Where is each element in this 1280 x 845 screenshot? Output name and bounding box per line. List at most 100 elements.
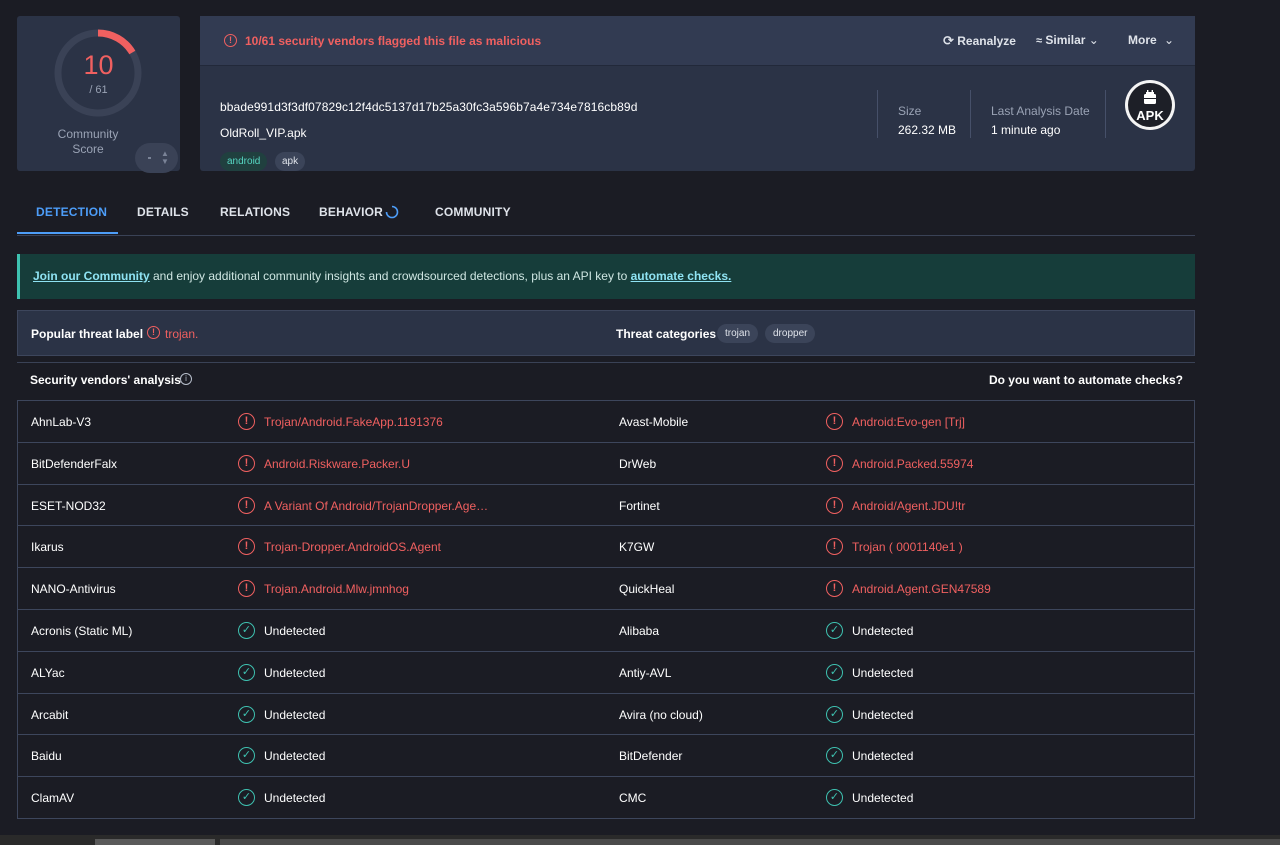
vendor-name: QuickHeal	[619, 582, 675, 597]
tab-details[interactable]: DETAILS	[137, 205, 189, 219]
alert-icon: !	[238, 538, 255, 556]
divider	[1105, 90, 1106, 138]
vendor-name: Baidu	[31, 749, 62, 764]
vendor-name: ALYac	[31, 665, 65, 680]
tag-android[interactable]: android	[220, 152, 268, 171]
detection-result[interactable]: Trojan/Android.FakeApp.1191376	[264, 415, 443, 429]
detection-result[interactable]: A Variant Of Android/TrojanDropper.Age…	[264, 499, 488, 513]
vendor-name: Arcabit	[31, 707, 69, 722]
detection-result[interactable]: Android:Evo-gen [Trj]	[852, 415, 965, 429]
detection-result: Undetected	[264, 749, 326, 764]
malicious-alert-bar: ! 10/61 security vendors flagged this fi…	[200, 16, 1195, 66]
total-vendors: / 61	[89, 84, 108, 96]
chevron-down-icon: ⌄	[1088, 33, 1099, 47]
alert-icon: !	[238, 496, 255, 514]
table-row: ESET-NOD32! A Variant Of Android/TrojanDr…	[18, 485, 1194, 527]
alert-icon: !	[826, 496, 843, 514]
alert-icon: !	[147, 326, 160, 339]
vote-arrows-icon[interactable]: ▲ ▼	[161, 150, 169, 166]
automate-checks-link[interactable]: automate checks.	[631, 269, 732, 283]
community-score-value-icon	[148, 157, 151, 159]
similar-dropdown[interactable]: ≈ Similar ⌄	[1036, 33, 1099, 47]
tab-detection[interactable]: DETECTION	[36, 205, 107, 219]
info-icon[interactable]: i	[180, 373, 192, 385]
detection-result: Undetected	[852, 665, 914, 680]
report-tabs: DETECTION DETAILS RELATIONS BEHAVIOR COM…	[17, 190, 1195, 236]
detection-result: Undetected	[852, 749, 914, 764]
detection-score-card: 10 / 61 Community Score ▲ ▼	[17, 16, 180, 173]
community-score-voter[interactable]: ▲ ▼	[135, 143, 178, 173]
more-dropdown[interactable]: More ⌄	[1128, 33, 1174, 47]
check-circle-icon: ✓	[826, 705, 843, 723]
detection-result[interactable]: Trojan-Dropper.AndroidOS.Agent	[264, 540, 441, 554]
detection-result[interactable]: Android.Riskware.Packer.U	[264, 457, 410, 471]
detection-result[interactable]: Android.Agent.GEN47589	[852, 582, 991, 596]
vendor-name: Fortinet	[619, 498, 660, 513]
tab-relations[interactable]: RELATIONS	[220, 205, 290, 219]
category-chip-dropper[interactable]: dropper	[765, 324, 816, 343]
community-banner-text: Join our Community and enjoy additional …	[33, 269, 731, 283]
alert-icon: !	[826, 580, 843, 598]
alert-icon: !	[238, 413, 255, 430]
detection-result[interactable]: Android.Packed.55974	[852, 457, 973, 471]
detection-result: Undetected	[264, 791, 326, 806]
community-score-label: Community Score	[57, 127, 119, 156]
active-tab-indicator	[17, 232, 118, 234]
category-chip-trojan[interactable]: trojan	[717, 324, 759, 343]
tab-community[interactable]: COMMUNITY	[435, 205, 511, 219]
file-summary-card: ! 10/61 security vendors flagged this fi…	[200, 16, 1195, 171]
tab-behavior[interactable]: BEHAVIOR	[319, 205, 383, 219]
horizontal-scrollbar[interactable]	[0, 835, 1280, 845]
vendor-name: Alibaba	[619, 623, 660, 638]
table-row: ClamAV ✓ Undetected CMC ✓ Undetected	[18, 777, 1194, 819]
vendor-name: Acronis (Static ML)	[31, 623, 133, 638]
vendor-name: Avast-Mobile	[619, 415, 689, 429]
last-analysis-value: 1 minute ago	[991, 123, 1061, 137]
check-circle-icon: ✓	[826, 663, 843, 681]
check-circle-icon: ✓	[238, 621, 255, 639]
detection-result[interactable]: Trojan.Android.Mlw.jmnhog	[264, 582, 409, 596]
detection-result: Undetected	[852, 707, 914, 722]
detection-result: Undetected	[264, 623, 326, 638]
alert-icon: !	[238, 454, 255, 472]
size-label: Size	[898, 104, 922, 118]
check-circle-icon: ✓	[238, 705, 255, 723]
more-label: More	[1128, 33, 1157, 47]
file-type-label: APK	[1136, 108, 1164, 123]
vendor-name: BitDefender	[619, 749, 683, 764]
vendor-name: AhnLab-V3	[31, 415, 92, 429]
scrollbar-track	[220, 839, 1280, 845]
divider	[877, 90, 878, 138]
automate-checks-link[interactable]: Do you want to automate checks?	[989, 373, 1183, 387]
table-row: Ikarus! Trojan-Dropper.AndroidOS.Agent K7G…	[18, 526, 1194, 569]
table-row: AhnLab-V3! Trojan/Android.FakeApp.1191376…	[18, 401, 1194, 443]
similar-icon: ≈	[1036, 35, 1043, 47]
join-community-link[interactable]: Join our Community	[33, 269, 150, 283]
reanalyze-button[interactable]: ⟳ Reanalyze	[943, 33, 1016, 49]
vendor-name: Avira (no cloud)	[619, 707, 703, 722]
page-margin	[1218, 0, 1280, 835]
detection-result: Undetected	[852, 623, 914, 638]
detection-result[interactable]: Android/Agent.JDU!tr	[852, 499, 965, 513]
popular-threat-label: Popular threat label	[31, 327, 144, 341]
tag-apk[interactable]: apk	[275, 152, 306, 171]
check-circle-icon: ✓	[826, 621, 843, 639]
detection-result: Undetected	[264, 707, 326, 722]
table-row: ALYac ✓ Undetected Antiy-AVL ✓ Undetected	[18, 652, 1194, 694]
file-hash[interactable]: bbade991d3f3df07829c12f4dc5137d17b25a30f…	[220, 100, 637, 114]
vendor-name: Antiy-AVL	[619, 665, 672, 680]
vendor-name: BitDefenderFalx	[31, 456, 118, 471]
check-circle-icon: ✓	[238, 789, 255, 807]
similar-label: Similar	[1045, 33, 1086, 47]
threat-summary-bar: Popular threat label ! trojan. Threat ca…	[17, 310, 1195, 356]
vendor-name: ClamAV	[31, 791, 75, 806]
detection-result[interactable]: Trojan ( 0001140e1 )	[852, 540, 963, 554]
vendor-name: CMC	[619, 791, 647, 806]
scrollbar-thumb[interactable]	[95, 839, 215, 845]
vendors-analysis-header: Security vendors' analysis i Do you want…	[17, 362, 1195, 398]
check-circle-icon: ✓	[826, 789, 843, 807]
last-analysis-label: Last Analysis Date	[991, 104, 1090, 118]
check-circle-icon: ✓	[238, 663, 255, 681]
popular-threat-value[interactable]: trojan.	[165, 327, 198, 341]
table-row: Arcabit ✓ Undetected Avira (no cloud) ✓ Undet…	[18, 694, 1194, 736]
